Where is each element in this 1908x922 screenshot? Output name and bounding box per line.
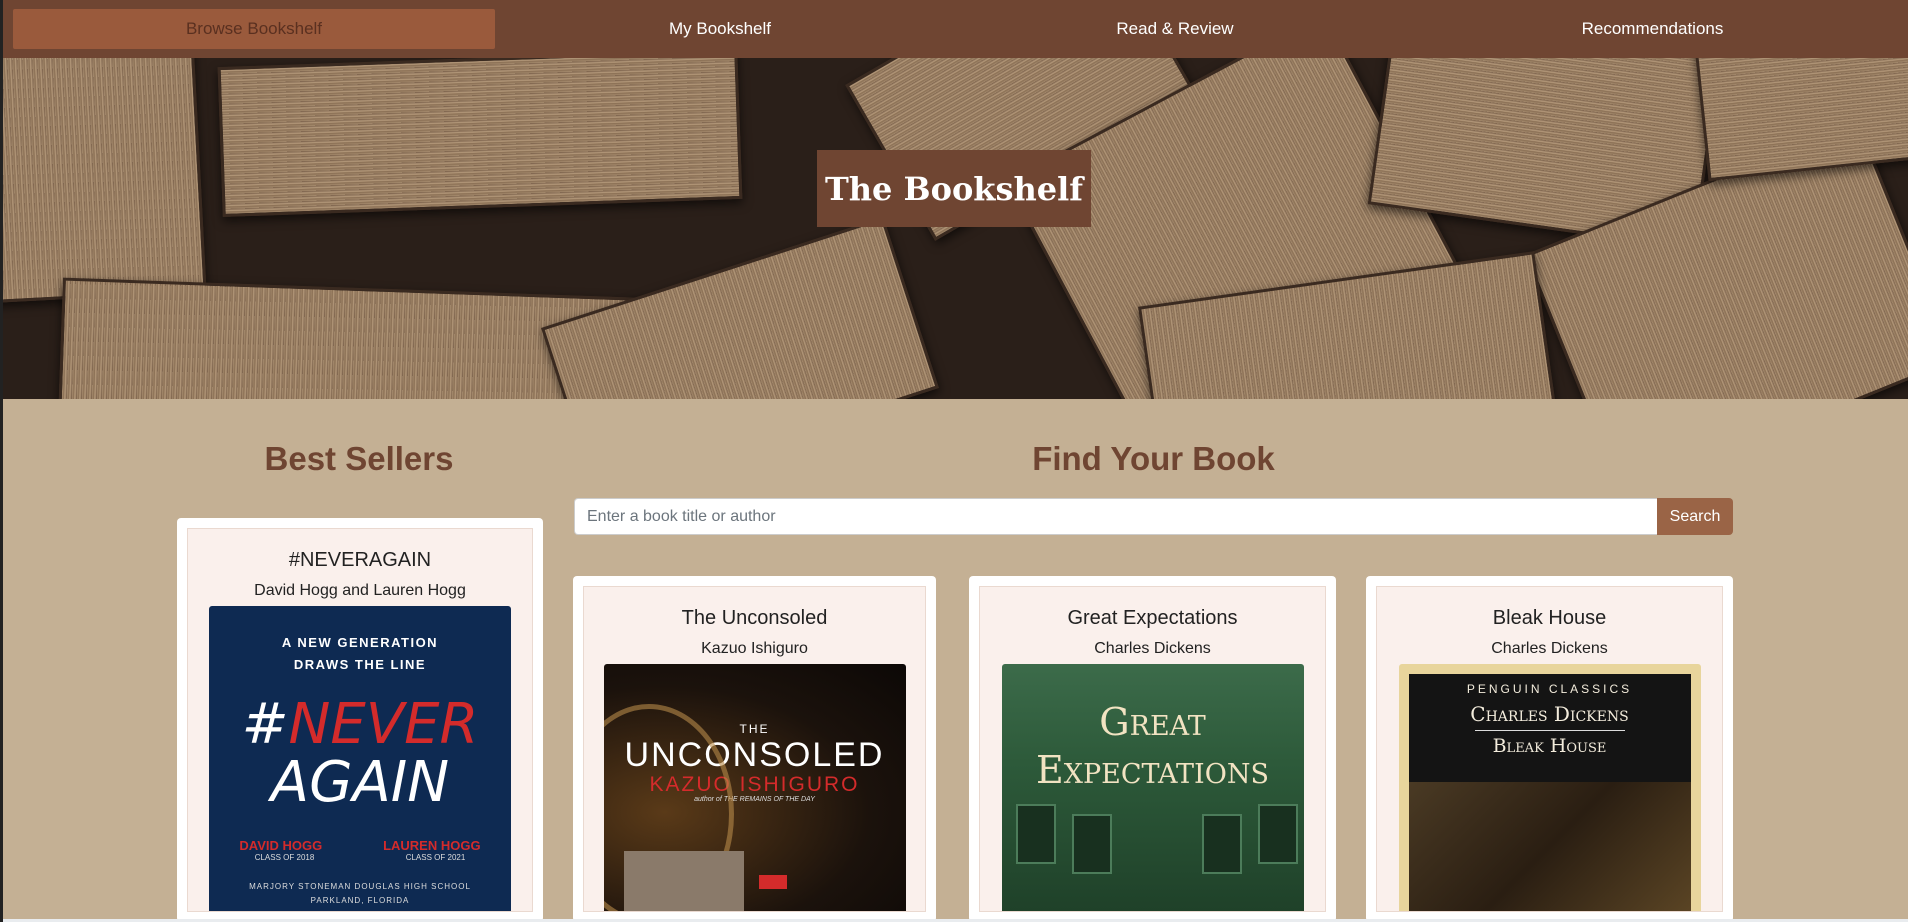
book-cover: PENGUIN CLASSICS Charles Dickens Bleak H… bbox=[1398, 664, 1701, 911]
book-card-inner: Great Expectations Charles Dickens Great… bbox=[979, 586, 1326, 912]
book-card-inner: Bleak House Charles Dickens PENGUIN CLAS… bbox=[1376, 586, 1723, 912]
cover-classes: CLASS OF 2018 CLASS OF 2021 bbox=[209, 853, 511, 862]
book-cover: A NEW GENERATION DRAWS THE LINE #NEVER A… bbox=[209, 606, 511, 911]
book-author: Charles Dickens bbox=[1491, 640, 1608, 657]
window-edge bbox=[0, 0, 3, 922]
nav-my-bookshelf[interactable]: My Bookshelf bbox=[530, 9, 910, 49]
nav-recommendations[interactable]: Recommendations bbox=[1460, 9, 1845, 49]
book-card-bleak-house[interactable]: Bleak House Charles Dickens PENGUIN CLAS… bbox=[1366, 576, 1733, 922]
cover-school-line: PARKLAND, FLORIDA bbox=[310, 896, 410, 905]
cover-author-2: LAUREN HOGG bbox=[383, 838, 481, 853]
top-navbar: Browse Bookshelf My Bookshelf Read & Rev… bbox=[0, 0, 1908, 58]
book-author: David Hogg and Lauren Hogg bbox=[254, 582, 466, 599]
book-card-inner: The Unconsoled Kazuo Ishiguro THE UNCONS… bbox=[583, 586, 926, 912]
book-title: Great Expectations bbox=[1067, 607, 1238, 629]
nav-browse-bookshelf[interactable]: Browse Bookshelf bbox=[13, 9, 495, 49]
site-title: The Bookshelf bbox=[824, 169, 1084, 208]
find-your-book-heading: Find Your Book bbox=[1032, 440, 1275, 477]
cover-imprint: PENGUIN CLASSICS bbox=[1466, 682, 1633, 696]
cover-author: Charles Dickens bbox=[1470, 702, 1629, 726]
cover-tagline: DRAWS THE LINE bbox=[293, 657, 427, 672]
cover-title: #NEVER AGAIN bbox=[242, 696, 479, 812]
cover-title-line: Great bbox=[1099, 700, 1206, 744]
book-cover: THE UNCONSOLED KAZUO ISHIGURO author of … bbox=[603, 664, 906, 911]
search-button[interactable]: Search bbox=[1657, 498, 1733, 535]
best-seller-card[interactable]: #NEVERAGAIN David Hogg and Lauren Hogg A… bbox=[177, 518, 543, 922]
cover-class-2: CLASS OF 2021 bbox=[405, 853, 466, 862]
best-seller-card-inner: #NEVERAGAIN David Hogg and Lauren Hogg A… bbox=[187, 528, 533, 912]
book-title: The Unconsoled bbox=[681, 607, 828, 629]
cover-class-1: CLASS OF 2018 bbox=[254, 853, 315, 862]
hero-title-box: The Bookshelf bbox=[817, 150, 1091, 227]
book-card-great-expectations[interactable]: Great Expectations Charles Dickens Great… bbox=[969, 576, 1336, 922]
book-card-unconsoled[interactable]: The Unconsoled Kazuo Ishiguro THE UNCONS… bbox=[573, 576, 936, 922]
book-author: Kazuo Ishiguro bbox=[701, 640, 808, 657]
cover-school: MARJORY STONEMAN DOUGLAS HIGH SCHOOL PAR… bbox=[249, 880, 471, 908]
book-cover: Great Expectations bbox=[1001, 664, 1304, 911]
cover-painting bbox=[1408, 782, 1691, 911]
hero-banner: The Bookshelf bbox=[0, 58, 1908, 399]
book-title: #NEVERAGAIN bbox=[288, 549, 432, 571]
cover-tagline: A NEW GENERATION bbox=[281, 635, 439, 650]
book-author: Charles Dickens bbox=[1094, 640, 1211, 657]
cover-school-line: MARJORY STONEMAN DOUGLAS HIGH SCHOOL bbox=[249, 882, 471, 891]
cover-authors: DAVID HOGG LAUREN HOGG bbox=[209, 838, 511, 853]
best-sellers-heading: Best Sellers bbox=[264, 440, 454, 477]
cover-the: THE bbox=[739, 722, 770, 736]
cover-again: AGAIN bbox=[270, 750, 450, 815]
cover-title: Bleak House bbox=[1492, 735, 1607, 757]
cover-panel: PENGUIN CLASSICS Charles Dickens Bleak H… bbox=[1408, 674, 1691, 782]
cover-never: NEVER bbox=[288, 692, 479, 757]
cover-author-1: DAVID HOGG bbox=[239, 838, 323, 853]
nav-read-review[interactable]: Read & Review bbox=[990, 9, 1360, 49]
search-input[interactable] bbox=[574, 498, 1657, 535]
book-title: Bleak House bbox=[1492, 607, 1607, 629]
cover-hash: # bbox=[241, 692, 289, 757]
cover-title-line: Expectations bbox=[1036, 748, 1269, 792]
